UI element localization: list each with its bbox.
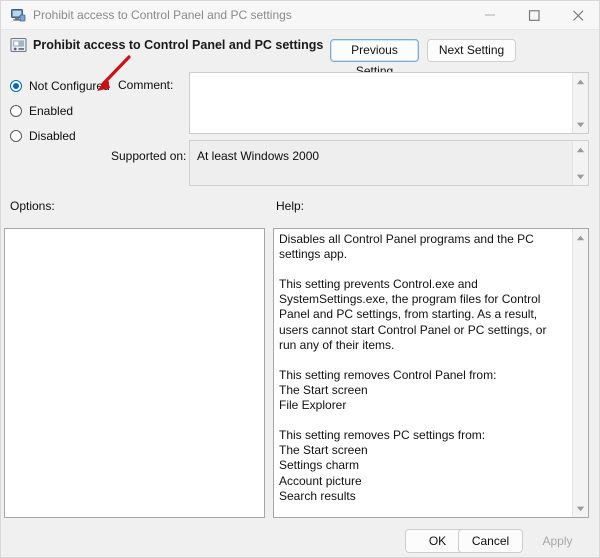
scroll-down-icon[interactable] — [573, 501, 588, 516]
help-text: Disables all Control Panel programs and … — [279, 232, 547, 503]
comment-label: Comment: — [118, 78, 174, 92]
policy-setting-icon — [10, 37, 28, 54]
maximize-icon — [528, 10, 540, 21]
supported-on-scrollbar[interactable] — [572, 141, 588, 185]
apply-button: Apply — [525, 529, 590, 553]
computer-monitor-icon — [10, 7, 26, 23]
radio-label-disabled: Disabled — [29, 129, 76, 143]
radio-indicator-not-configured — [10, 80, 22, 92]
group-policy-setting-dialog: Prohibit access to Control Panel and PC … — [0, 0, 600, 558]
minimize-button[interactable] — [469, 1, 513, 29]
title-bar: Prohibit access to Control Panel and PC … — [1, 1, 599, 30]
radio-label-enabled: Enabled — [29, 104, 74, 118]
close-icon — [573, 10, 584, 21]
radio-indicator-disabled — [10, 130, 22, 142]
previous-setting-button[interactable]: Previous Setting — [330, 39, 419, 78]
maximize-button[interactable] — [513, 1, 557, 29]
options-panel[interactable] — [4, 228, 265, 518]
supported-on-label: Supported on: — [111, 149, 187, 163]
window-title: Prohibit access to Control Panel and PC … — [33, 8, 292, 22]
comment-scrollbar[interactable] — [572, 73, 588, 133]
scroll-down-icon[interactable] — [573, 169, 588, 184]
help-panel[interactable]: Disables all Control Panel programs and … — [273, 228, 589, 518]
supported-on-value: At least Windows 2000 — [197, 149, 320, 163]
close-button[interactable] — [557, 1, 599, 29]
page-title: Prohibit access to Control Panel and PC … — [33, 38, 324, 52]
comment-field[interactable] — [189, 72, 589, 134]
scroll-up-icon[interactable] — [573, 230, 588, 245]
supported-on-field[interactable]: At least Windows 2000 — [189, 140, 589, 186]
radio-indicator-enabled — [10, 105, 22, 117]
radio-label-not-configured: Not Configured — [29, 79, 110, 93]
minimize-icon — [485, 14, 495, 16]
scroll-up-icon[interactable] — [573, 74, 588, 89]
scroll-down-icon[interactable] — [573, 117, 588, 132]
help-label: Help: — [276, 199, 305, 213]
next-setting-button[interactable]: Next Setting — [427, 39, 516, 62]
scroll-up-icon[interactable] — [573, 142, 588, 157]
help-scrollbar[interactable] — [572, 229, 588, 517]
options-label: Options: — [10, 199, 55, 213]
cancel-button[interactable]: Cancel — [458, 529, 523, 553]
